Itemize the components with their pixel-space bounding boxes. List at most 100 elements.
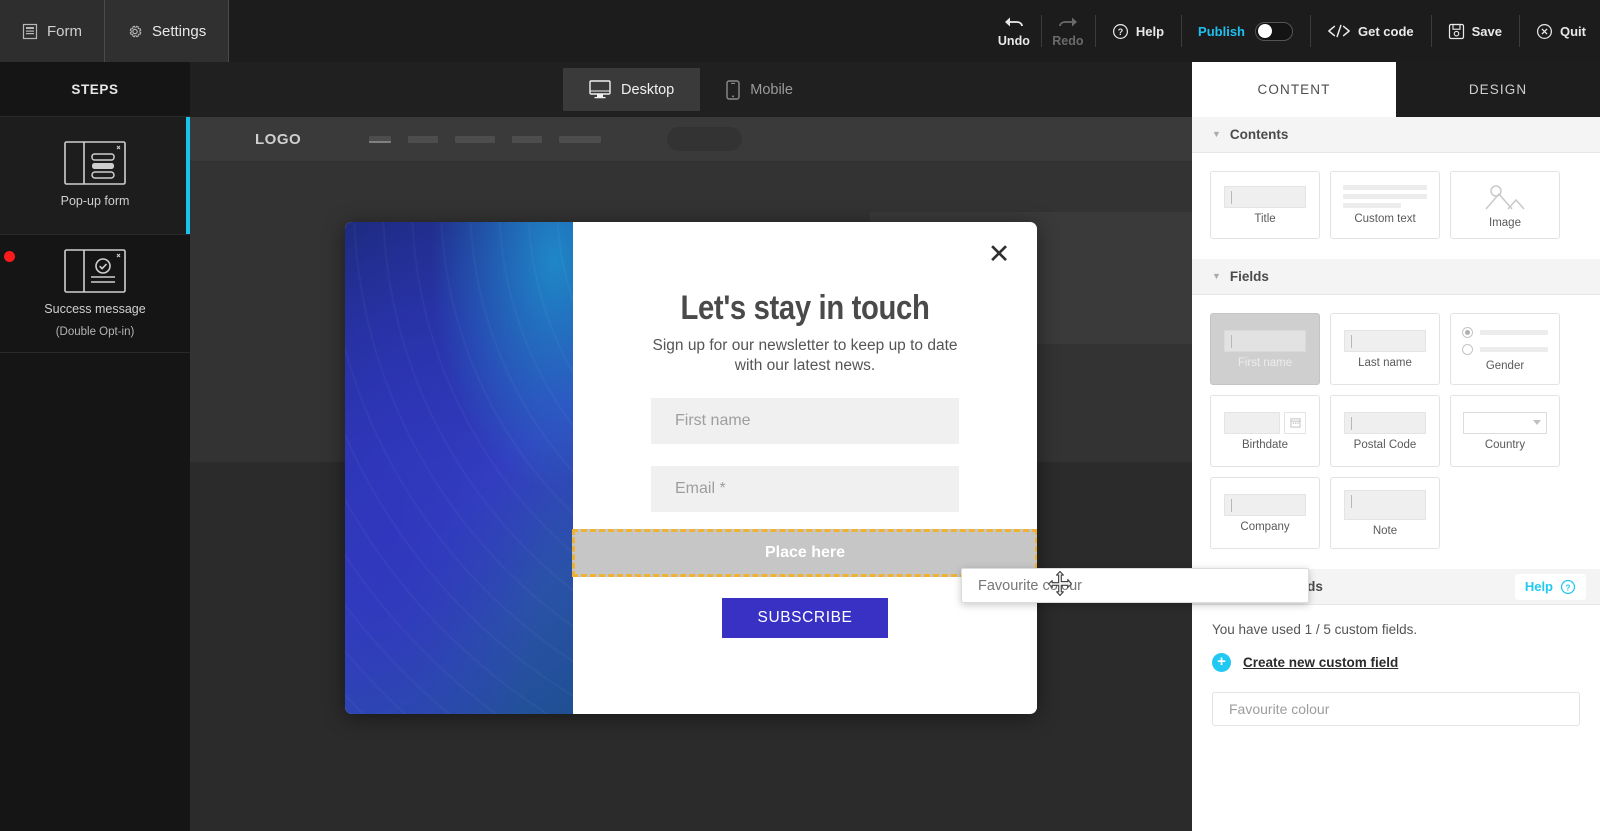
field-card-postal-code-label: Postal Code [1353,438,1417,451]
sidebar-step-popup-form-label: Pop-up form [60,194,130,209]
chevron-down-icon: ▼ [1212,129,1221,139]
redo-icon [1057,15,1079,31]
publish-switch[interactable] [1255,21,1293,41]
content-card-title[interactable]: Title [1210,171,1320,239]
undo-icon [1003,15,1025,31]
tab-form[interactable]: Form [0,0,105,62]
field-card-first-name-label: First name [1237,356,1293,369]
move-cursor-icon [1046,570,1074,598]
field-card-company[interactable]: Company [1210,477,1320,549]
image-icon [1482,182,1528,212]
tab-design[interactable]: DESIGN [1396,62,1600,117]
device-tab-desktop[interactable]: Desktop [563,68,701,111]
close-circle-icon [1536,23,1553,40]
field-card-company-label: Company [1240,520,1290,533]
modal-content-panel: ✕ Let's stay in touch Sign up for our ne… [572,222,1037,714]
modal-title[interactable]: Let's stay in touch [673,289,938,328]
text-lines-icon [1343,185,1427,208]
plus-icon: + [1212,653,1231,672]
content-card-custom-text-label: Custom text [1354,213,1416,225]
mock-nav-link [455,135,496,143]
tab-content[interactable]: CONTENT [1192,62,1396,117]
create-custom-field-label: Create new custom field [1243,655,1399,670]
field-card-note[interactable]: Note [1330,477,1440,549]
field-card-gender-label: Gender [1485,359,1525,372]
modal-field-email[interactable]: Email * [651,466,959,513]
mock-site-logo: LOGO [255,130,302,148]
mock-site-navbar: LOGO [190,117,1192,162]
sidebar-step-popup-form[interactable]: Pop-up form [0,117,190,235]
success-message-icon [64,248,126,293]
desktop-monitor-icon [589,80,611,99]
text-input-icon [1224,493,1306,516]
popup-form-icon [64,141,126,185]
content-card-image-label: Image [1489,216,1521,229]
section-contents-label: Contents [1229,127,1289,142]
drag-ghost-favourite-colour: Favourite colour [961,568,1309,603]
field-card-postal-code[interactable]: Postal Code [1330,395,1440,467]
custom-fields-help-label: Help [1524,579,1553,594]
gear-icon [127,23,143,40]
field-card-first-name[interactable]: First name [1210,313,1320,385]
mobile-phone-icon [726,79,740,100]
select-input-icon [1463,411,1547,434]
publish-toggle[interactable]: Publish [1181,0,1310,62]
undo-label: Undo [997,33,1030,48]
custom-fields-help-button[interactable]: Help ? [1514,573,1586,600]
panel-scroll-area: ▼ Contents Title Custom text Image ▼ Fie… [1192,117,1600,831]
text-input-icon [1344,411,1426,434]
chevron-down-icon: ▼ [1212,271,1221,281]
sidebar-step-success-message-label: Success message [44,301,146,316]
form-preview-canvas: LOGO ✕ Let's stay in touch Sign up for o… [190,117,1192,831]
field-card-gender[interactable]: Gender [1450,313,1560,385]
quit-button[interactable]: Quit [1519,0,1600,62]
field-card-country-label: Country [1484,438,1526,451]
title-block-icon [1224,185,1306,208]
mock-nav-link [369,135,392,143]
svg-text:?: ? [1565,582,1570,592]
custom-fields-usage-text: You have used 1 / 5 custom fields. [1212,622,1418,637]
mock-nav-link [559,135,602,143]
undo-button[interactable]: Undo [987,0,1041,62]
section-header-fields[interactable]: ▼ Fields [1192,259,1600,295]
content-card-image[interactable]: Image [1450,171,1560,239]
close-icon[interactable]: ✕ [986,241,1012,268]
save-button[interactable]: Save [1430,0,1519,62]
field-card-last-name[interactable]: Last name [1330,313,1440,385]
get-code-button[interactable]: Get code [1310,0,1431,62]
modal-image-panel[interactable] [345,222,847,714]
code-icon [1327,24,1351,38]
quit-label: Quit [1560,23,1586,39]
mock-site-nav-links [369,135,602,143]
custom-field-card-favourite-colour[interactable]: Favourite colour [1212,692,1580,726]
redo-button[interactable]: Redo [1040,0,1095,62]
modal-field-first-name[interactable]: First name [651,398,959,445]
tab-form-label: Form [47,22,82,40]
sidebar-step-success-message[interactable]: Success message (Double Opt-in) [0,235,190,353]
subscribe-button[interactable]: SUBSCRIBE [722,598,888,638]
popup-form-modal: ✕ Let's stay in touch Sign up for our ne… [345,222,1037,714]
text-input-icon [1344,329,1426,352]
properties-panel: CONTENT DESIGN ▼ Contents Title Custom t… [1192,62,1600,831]
section-fields-label: Fields [1229,269,1269,284]
create-custom-field-button[interactable]: + Create new custom field [1192,637,1600,672]
date-input-icon [1224,411,1306,434]
form-icon [22,23,38,40]
save-disk-icon [1448,23,1465,40]
help-button[interactable]: ? Help [1094,0,1181,62]
steps-sidebar: STEPS Pop-up form Success message (Doubl… [0,62,190,831]
device-tab-mobile-label: Mobile [750,81,793,98]
tab-settings[interactable]: Settings [105,0,230,62]
panel-tabs: CONTENT DESIGN [1192,62,1600,117]
unsaved-changes-dot [4,251,15,262]
field-card-country[interactable]: Country [1450,395,1560,467]
device-tab-mobile[interactable]: Mobile [700,68,819,111]
modal-subtitle[interactable]: Sign up for our newsletter to keep up to… [651,336,959,376]
field-card-note-label: Note [1372,524,1398,537]
sidebar-step-success-message-sub: (Double Opt-in) [55,326,135,339]
content-card-custom-text[interactable]: Custom text [1330,171,1440,239]
device-tab-desktop-label: Desktop [621,81,675,98]
mock-site-cta-button [667,127,743,151]
section-header-contents[interactable]: ▼ Contents [1192,117,1600,153]
field-card-birthdate[interactable]: Birthdate [1210,395,1320,467]
